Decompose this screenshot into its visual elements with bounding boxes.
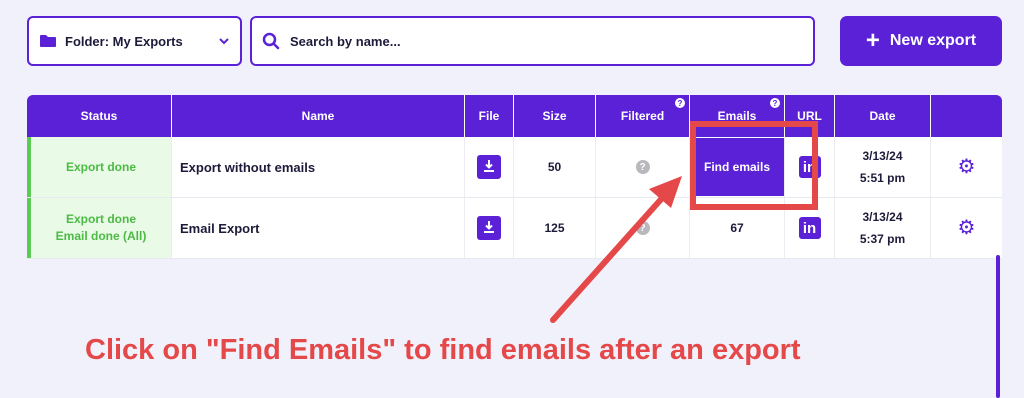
annotation-text: Click on "Find Emails" to find emails af…: [85, 334, 801, 366]
